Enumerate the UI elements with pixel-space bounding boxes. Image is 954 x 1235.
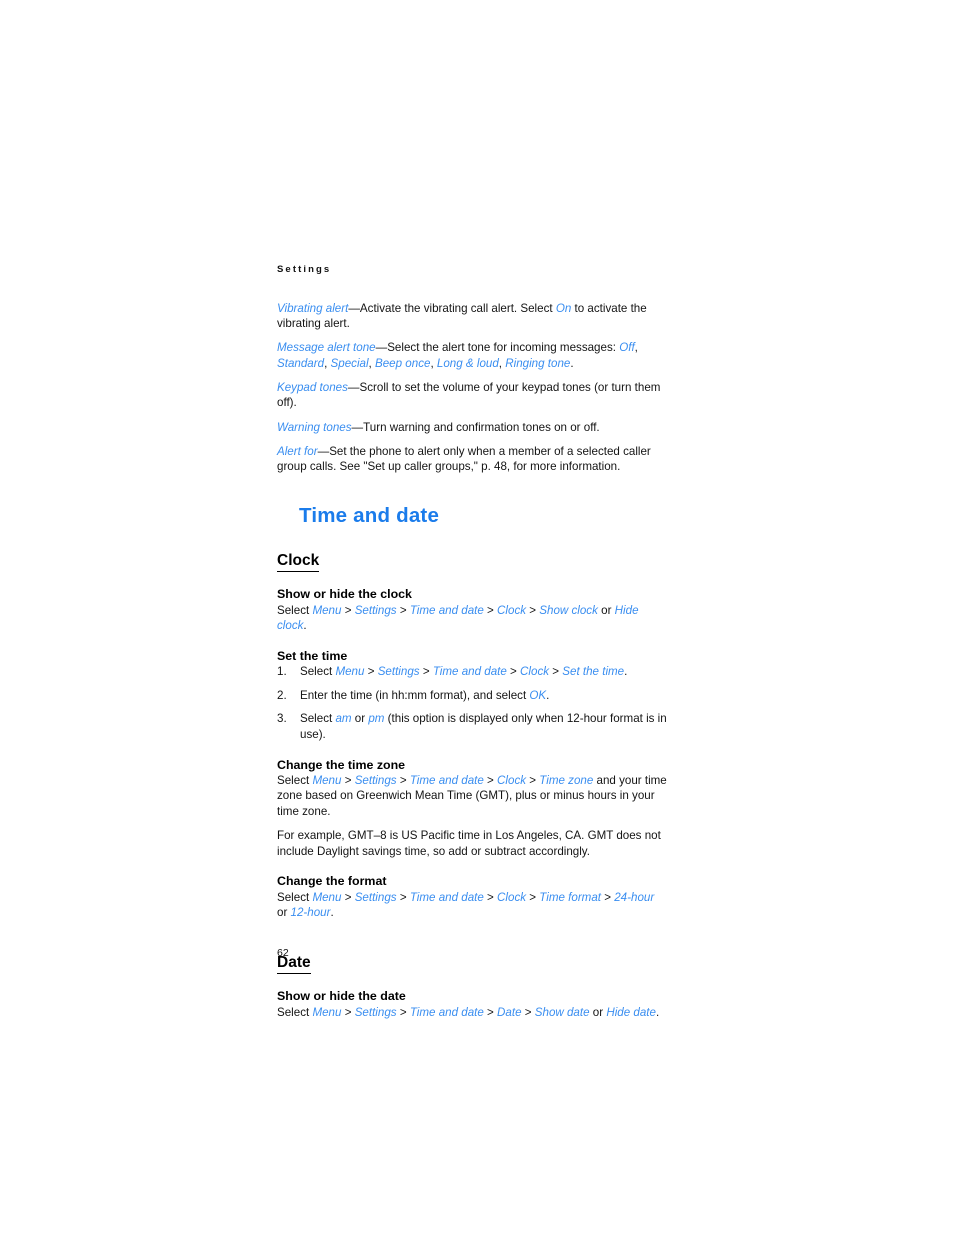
path-time-and-date: Time and date (409, 603, 484, 617)
value-24-hour: 24-hour (614, 890, 655, 904)
note-gmt-example: For example, GMT–8 is US Pacific time in… (277, 829, 661, 858)
subheading-change-the-format: Change the format (277, 874, 387, 889)
text: Select (277, 773, 313, 787)
page-number: 62 (277, 947, 289, 959)
text: Enter the time (in hh:mm format), and se… (300, 688, 530, 702)
text: . (330, 906, 334, 920)
text: Select (277, 890, 313, 904)
dash: — (375, 341, 388, 355)
path-show-date: Show date (534, 1005, 590, 1019)
dash: — (317, 444, 330, 458)
path-time-and-date: Time and date (432, 665, 507, 679)
section-heading-clock: Clock (277, 552, 320, 573)
text: . (624, 665, 628, 679)
subheading-set-the-time: Set the time (277, 648, 348, 663)
instruction-show-hide-date: Select Menu > Settings > Time and date >… (277, 1005, 660, 1019)
dash: — (347, 380, 360, 394)
value-ringing-tone: Ringing tone (505, 356, 571, 370)
text: Select (277, 1005, 313, 1019)
text: Set the phone to alert only when a membe… (277, 444, 651, 474)
path-clock: Clock (520, 665, 550, 679)
value-standard: Standard (277, 356, 325, 370)
path-menu: Menu (312, 603, 342, 617)
path-time-and-date: Time and date (409, 1005, 484, 1019)
path-time-and-date: Time and date (409, 773, 484, 787)
steps-set-the-time: 1. Select Menu > Settings > Time and date… (277, 664, 667, 742)
term-message-alert-tone: Message alert tone (277, 341, 376, 355)
path-menu: Menu (312, 1005, 342, 1019)
term-vibrating-alert: Vibrating alert (277, 301, 349, 315)
section-clock: Clock (277, 527, 667, 573)
step-2: 2. Enter the time (in hh:mm format), and … (277, 688, 667, 704)
text: Select (300, 712, 336, 726)
term-keypad-tones: Keypad tones (277, 380, 348, 394)
subheading-show-or-hide-the-date: Show or hide the date (277, 989, 406, 1004)
setting-warning-tones: Warning tones—Turn warning and confirmat… (277, 420, 667, 436)
step-1: 1. Select Menu > Settings > Time and date… (277, 665, 628, 679)
step-number: 2. (277, 688, 287, 702)
instruction-show-hide-clock: Select Menu > Settings > Time and date >… (277, 603, 639, 633)
text: Activate the vibrating call alert. Selec… (359, 301, 556, 315)
path-menu: Menu (335, 665, 365, 679)
subheading-show-or-hide-the-clock: Show or hide the clock (277, 587, 412, 602)
path-menu: Menu (312, 773, 342, 787)
path-menu: Menu (312, 890, 342, 904)
value-am: am (335, 712, 352, 726)
text: Select the alert tone for incoming messa… (387, 341, 620, 355)
path-settings: Settings (354, 773, 397, 787)
text: or (589, 1005, 607, 1019)
path-settings: Settings (354, 890, 397, 904)
section-date: Date (277, 929, 667, 975)
setting-keypad-tones: Keypad tones—Scroll to set the volume of… (277, 380, 667, 411)
path-clock: Clock (497, 890, 527, 904)
value-ok: OK (529, 688, 547, 702)
value-on: On (555, 301, 572, 315)
path-clock: Clock (497, 773, 527, 787)
value-long-and-loud: Long & loud (436, 356, 499, 370)
path-show-clock: Show clock (539, 603, 598, 617)
setting-alert-for: Alert for—Set the phone to alert only wh… (277, 444, 667, 475)
dash: — (351, 420, 364, 434)
value-pm: pm (368, 712, 385, 726)
text: or (597, 603, 615, 617)
text: Select (277, 603, 313, 617)
page-content: Settings Vibrating alert—Activate the vi… (277, 265, 667, 1029)
path-time-format: Time format (539, 890, 602, 904)
text: . (546, 688, 550, 702)
path-clock: Clock (497, 603, 527, 617)
value-off: Off (619, 341, 635, 355)
value-beep-once: Beep once (375, 356, 431, 370)
term-alert-for: Alert for (277, 444, 318, 458)
path-hide-date: Hide date (606, 1005, 656, 1019)
path-set-the-time: Set the time (562, 665, 625, 679)
path-settings: Settings (377, 665, 420, 679)
path-settings: Settings (354, 603, 397, 617)
setting-message-alert-tone: Message alert tone—Select the alert tone… (277, 341, 638, 370)
running-header: Settings (277, 264, 332, 275)
chapter-heading-time-and-date: Time and date (299, 503, 440, 527)
manual-page: Settings Vibrating alert—Activate the vi… (0, 0, 954, 1235)
step-number: 1. (277, 665, 287, 679)
dash: — (348, 301, 360, 315)
text: or (351, 712, 369, 726)
instruction-change-time-zone: Select Menu > Settings > Time and date >… (277, 773, 667, 818)
path-time-and-date: Time and date (409, 890, 484, 904)
subheading-change-the-time-zone: Change the time zone (277, 757, 406, 772)
step-number: 3. (277, 712, 287, 726)
step-3: 3. Select am or pm (this option is displa… (277, 711, 667, 742)
setting-vibrating-alert: Vibrating alert—Activate the vibrating c… (277, 301, 667, 332)
text: . (303, 619, 307, 633)
path-date: Date (497, 1005, 522, 1019)
term-warning-tones: Warning tones (277, 420, 352, 434)
text: . (655, 1005, 660, 1019)
value-12-hour: 12-hour (290, 906, 331, 920)
text: . (570, 356, 574, 370)
text: Turn warning and confirmation tones on o… (363, 420, 600, 434)
path-time-zone: Time zone (539, 773, 594, 787)
text: or (277, 906, 291, 920)
path-settings: Settings (354, 1005, 397, 1019)
instruction-change-format: Select Menu > Settings > Time and date >… (277, 890, 655, 920)
text: Select (300, 665, 336, 679)
value-special: Special (330, 356, 369, 370)
